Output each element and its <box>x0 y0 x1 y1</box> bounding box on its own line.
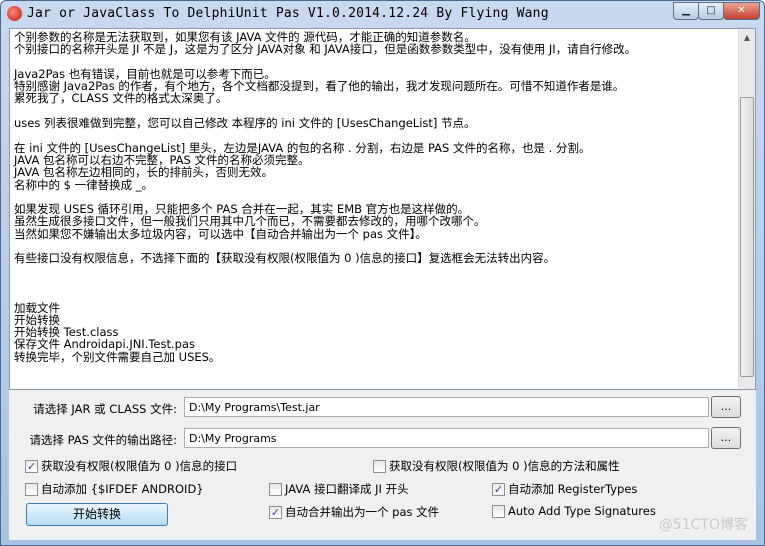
log-line: 转换完毕，个别文件需要自己加 USES。 <box>14 349 221 364</box>
vertical-scrollbar[interactable]: ▲ <box>738 29 755 389</box>
log-line: 名称中的 $ 一律替换成 _。 <box>14 177 154 192</box>
checkbox-label: 自动添加 RegisterTypes <box>508 482 638 496</box>
log-line: 当然如果您不嫌输出太多垃圾内容，可以选中【自动合并输出为一个 pas 文件】。 <box>14 226 427 241</box>
log-line: 累死我了，CLASS 文件的格式太深奥了。 <box>14 91 228 106</box>
pas-path-input[interactable] <box>184 428 709 448</box>
browse-pas-button[interactable]: ... <box>711 427 741 449</box>
checkbox-box[interactable] <box>373 459 386 473</box>
log-line: 保存文件 Androidapi.JNI.Test.pas <box>14 337 195 352</box>
browse-jar-button[interactable]: ... <box>711 396 741 418</box>
checkbox-get-no-permission-interfaces[interactable]: ✓ 获取没有权限(权限值为 0 )信息的接口 <box>25 458 237 474</box>
log-line: uses 列表很难做到完整，您可以自己修改 本程序的 ini 文件的 [Uses… <box>14 116 476 131</box>
app-window: Jar or JavaClass To DelphiUnit Pas V1.0.… <box>0 0 765 546</box>
pas-label: 请选择 PAS 文件的输出路径: <box>29 433 177 447</box>
checkbox-ji-prefix[interactable]: JAVA 接口翻译成 JI 开头 <box>269 481 409 497</box>
checkbox-register-types[interactable]: ✓ 自动添加 RegisterTypes <box>492 481 637 497</box>
checkbox-label: 自动添加 {$IFDEF ANDROID} <box>41 482 204 496</box>
checkbox-merge-single-pas[interactable]: ✓ 自动合并输出为一个 pas 文件 <box>269 504 439 520</box>
checkbox-label: Auto Add Type Signatures <box>508 504 656 518</box>
checkbox-label: 自动合并输出为一个 pas 文件 <box>285 505 440 519</box>
log-textarea[interactable]: 个别参数的名称是无法获取到，如果您有该 JAVA 文件的 源代码，才能正确的知道… <box>9 28 756 390</box>
log-line: 有些接口没有权限信息，不选择下面的【获取没有权限(权限值为 0 )信息的接口】复… <box>14 251 556 266</box>
scroll-up-arrow-icon[interactable]: ▲ <box>739 29 755 46</box>
checkbox-label: JAVA 接口翻译成 JI 开头 <box>285 482 409 496</box>
window-title: Jar or JavaClass To DelphiUnit Pas V1.0.… <box>27 6 549 21</box>
checkbox-label: 获取没有权限(权限值为 0 )信息的接口 <box>41 459 238 473</box>
checkbox-ifdef-android[interactable]: 自动添加 {$IFDEF ANDROID} <box>25 481 204 497</box>
minimize-button[interactable]: ▁ <box>673 2 699 20</box>
log-line: 个别接口的名称开头是 JI 不是 J，这是为了区分 JAVA对象 和 JAVA接… <box>14 42 637 57</box>
maximize-button[interactable]: □ <box>698 2 724 20</box>
checkbox-type-signatures[interactable]: Auto Add Type Signatures <box>492 504 656 518</box>
checkbox-label: 获取没有权限(权限值为 0 )信息的方法和属性 <box>389 459 620 473</box>
scrollbar-thumb[interactable] <box>740 97 754 377</box>
options-panel: 请选择 JAR 或 CLASS 文件: ... 请选择 PAS 文件的输出路径:… <box>9 390 756 540</box>
jar-label: 请选择 JAR 或 CLASS 文件: <box>33 402 177 416</box>
checkbox-box[interactable]: ✓ <box>269 505 282 519</box>
watermark: @51CTO博客 <box>658 517 748 533</box>
app-icon <box>7 6 22 21</box>
log-line: JAVA 包名称左边相同的，长的排前头，否则无效。 <box>14 165 273 180</box>
jar-file-input[interactable] <box>184 397 709 417</box>
checkbox-box[interactable] <box>492 504 505 518</box>
checkbox-box[interactable] <box>269 482 282 496</box>
close-button[interactable]: ✕ <box>723 2 760 20</box>
checkbox-box[interactable]: ✓ <box>25 459 38 473</box>
checkbox-box[interactable] <box>25 482 38 496</box>
start-convert-button[interactable]: 开始转换 <box>26 503 168 526</box>
log-line: 虽然生成很多接口文件，但一般我们只用其中几个而已，不需要都去修改的，用哪个改哪个… <box>14 214 486 229</box>
checkbox-get-no-permission-methods[interactable]: 获取没有权限(权限值为 0 )信息的方法和属性 <box>373 458 620 474</box>
log-lines: 个别参数的名称是无法获取到，如果您有该 JAVA 文件的 源代码，才能正确的知道… <box>14 31 739 363</box>
log-line: 加载文件 <box>14 300 60 315</box>
checkbox-box[interactable]: ✓ <box>492 482 505 496</box>
log-line: 开始转换 <box>14 312 60 327</box>
